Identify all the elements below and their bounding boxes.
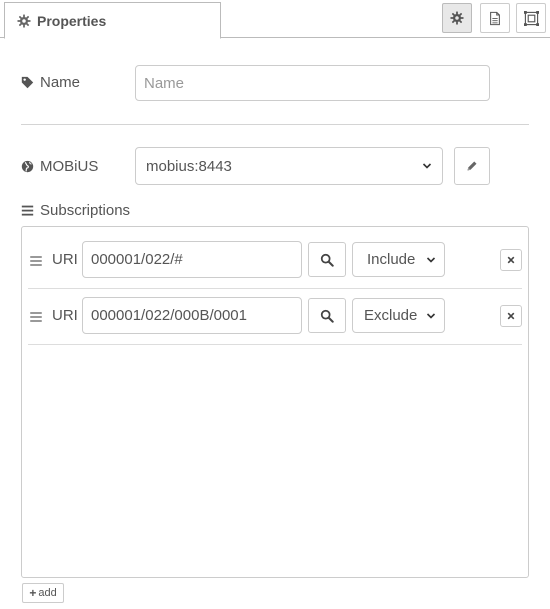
name-label-text: Name: [40, 74, 81, 91]
filter-mode-select[interactable]: Exclude: [352, 298, 445, 333]
list-item: URI 000001/022/# Include: [28, 233, 522, 289]
uri-input[interactable]: 000001/022/#: [82, 241, 302, 278]
tab-title: Properties: [37, 12, 107, 29]
mobius-label-text: MOBiUS: [40, 158, 99, 175]
frame-icon: [523, 10, 539, 26]
node-description-button[interactable]: [480, 3, 510, 33]
browse-uri-button[interactable]: [308, 298, 346, 333]
uri-label: URI: [52, 251, 78, 268]
pencil-icon: [466, 160, 478, 172]
chevron-down-icon: [426, 255, 436, 265]
subscriptions-label: Subscriptions: [21, 202, 130, 219]
tab-bar: Properties: [0, 0, 550, 39]
remove-item-button[interactable]: [500, 249, 522, 271]
node-appearance-button[interactable]: [516, 3, 546, 33]
filter-mode-value: Exclude: [364, 307, 418, 324]
node-properties-button[interactable]: [442, 3, 472, 33]
name-input[interactable]: Name: [135, 65, 490, 101]
search-icon: [320, 309, 334, 323]
mobius-selected-value: mobius:8443: [146, 157, 232, 175]
close-icon: [507, 312, 515, 320]
divider: [21, 124, 529, 125]
tab-properties[interactable]: Properties: [4, 2, 221, 39]
mobius-select[interactable]: mobius:8443: [135, 147, 443, 185]
edit-mobius-button[interactable]: [454, 147, 490, 185]
globe-icon: [21, 160, 35, 174]
plus-icon: +: [29, 586, 37, 600]
subscriptions-label-text: Subscriptions: [40, 202, 131, 219]
drag-handle-icon[interactable]: [30, 256, 42, 266]
list-icon: [21, 204, 35, 218]
uri-label: URI: [52, 307, 78, 324]
close-icon: [507, 256, 515, 264]
document-icon: [488, 11, 502, 26]
gear-icon: [17, 13, 31, 28]
browse-uri-button[interactable]: [308, 242, 346, 277]
filter-mode-select[interactable]: Include: [352, 242, 445, 277]
chevron-down-icon: [422, 161, 432, 171]
add-subscription-button[interactable]: + add: [22, 583, 64, 603]
remove-item-button[interactable]: [500, 305, 522, 327]
subscriptions-list: URI 000001/022/# Include URI 000001/022/…: [21, 226, 529, 578]
search-icon: [320, 253, 334, 267]
tag-icon: [21, 76, 35, 90]
filter-mode-value: Include: [367, 251, 416, 268]
name-label: Name: [21, 74, 80, 91]
mobius-label: MOBiUS: [21, 158, 98, 175]
chevron-down-icon: [426, 311, 436, 321]
list-item: URI 000001/022/000B/0001 Exclude: [28, 289, 522, 345]
drag-handle-icon[interactable]: [30, 312, 42, 322]
uri-input[interactable]: 000001/022/000B/0001: [82, 297, 302, 334]
gear-icon: [450, 11, 464, 25]
add-label: add: [38, 587, 57, 599]
